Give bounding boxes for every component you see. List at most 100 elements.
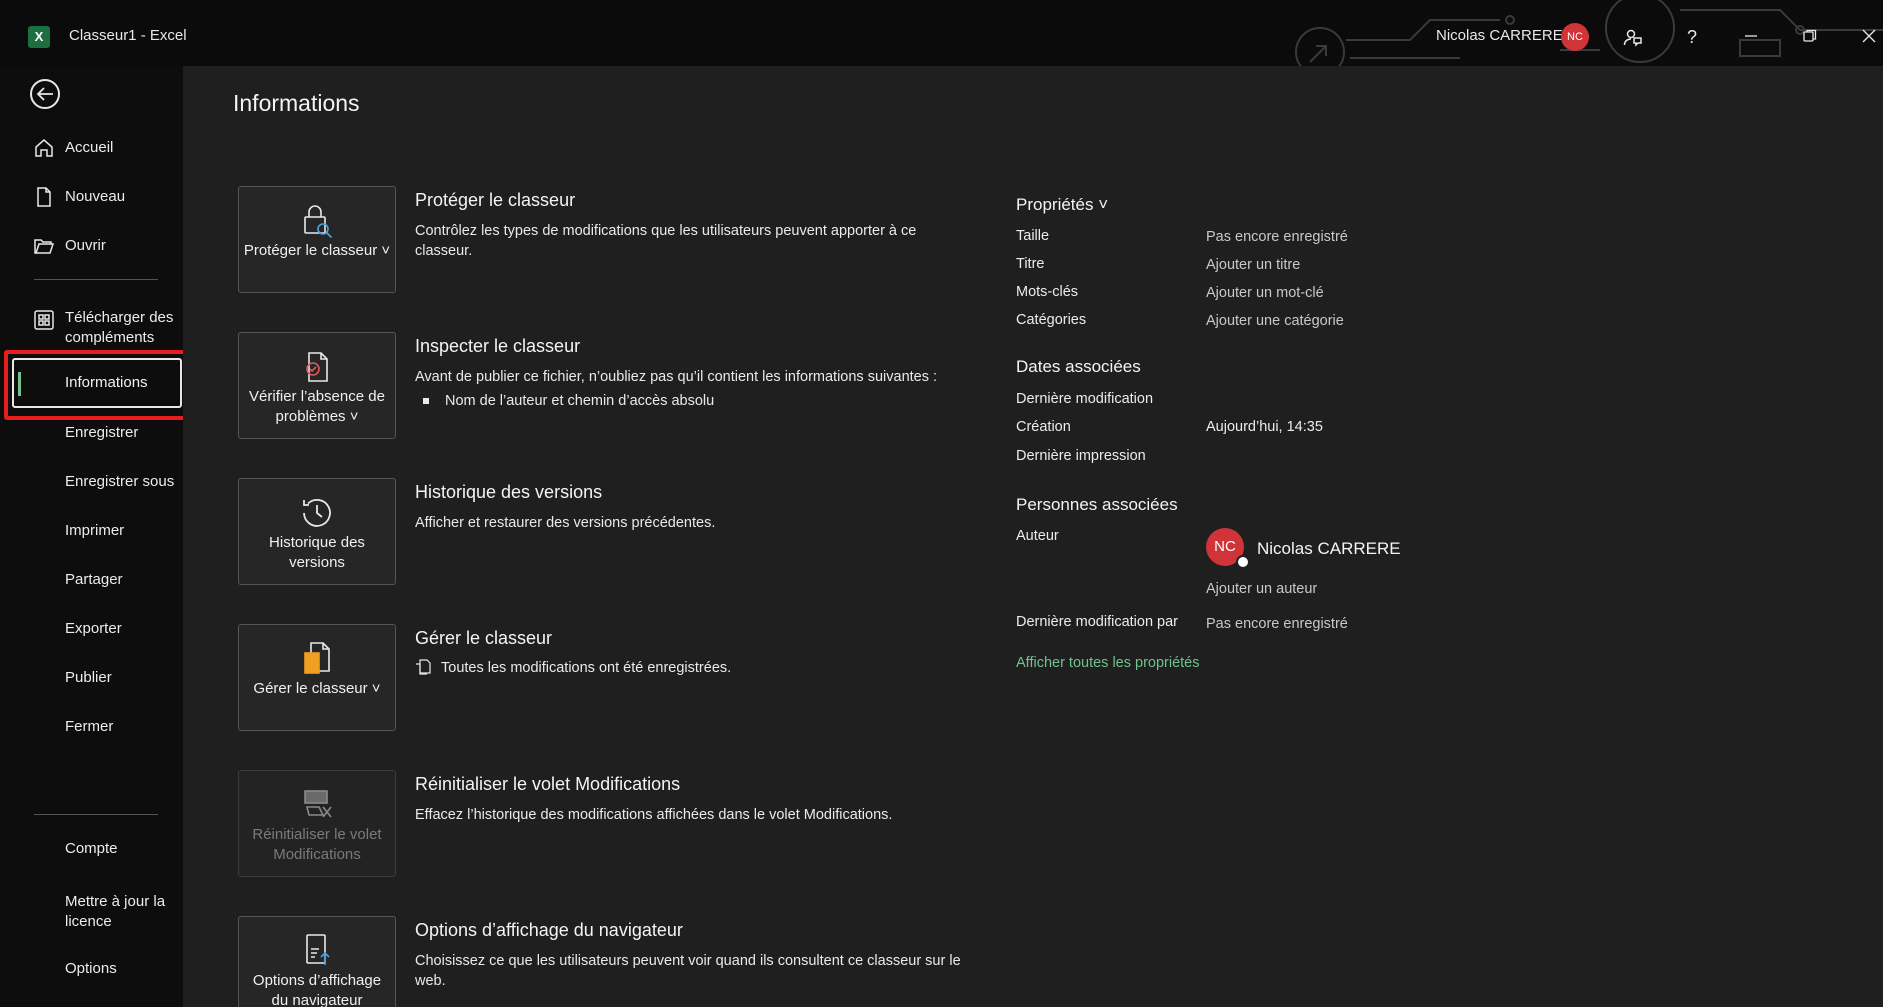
prop-value-categories[interactable]: Ajouter une catégorie <box>1206 313 1344 329</box>
lock-search-icon <box>304 205 333 239</box>
section-protect: Protéger le classeur Contrôlez les types… <box>415 190 975 261</box>
prop-value-mots-cles[interactable]: Ajouter un mot-clé <box>1206 285 1324 301</box>
last-modified-by-label: Dernière modification par <box>1016 614 1178 630</box>
prop-key-taille: Taille <box>1016 228 1050 244</box>
section-reset: Réinitialiser le volet Modifications Eff… <box>415 774 975 825</box>
sidebar-item-label: Publier <box>65 669 112 686</box>
feedback-button[interactable] <box>1613 20 1653 54</box>
sidebar-item-label: Fermer <box>65 718 114 735</box>
section-title: Réinitialiser le volet Modifications <box>415 774 681 794</box>
sidebar-item-complements[interactable]: Télécharger des compléments <box>0 302 183 354</box>
prop-key-categories: Catégories <box>1016 312 1087 328</box>
excel-logo-icon: X <box>28 26 50 48</box>
prop-value-titre[interactable]: Ajouter un titre <box>1206 257 1300 273</box>
sidebar-item-label: Compte <box>65 840 118 857</box>
author-label: Auteur <box>1016 528 1059 544</box>
sidebar-item-label: Exporter <box>65 620 122 637</box>
section-manage: Gérer le classeur Toutes les modificatio… <box>415 628 975 676</box>
presence-status-icon <box>1236 555 1250 569</box>
minimize-icon <box>1745 35 1757 37</box>
sidebar-divider <box>34 279 158 280</box>
sidebar-item-options[interactable]: Options <box>0 948 183 988</box>
section-browser-options: Options d’affichage du navigateur Choisi… <box>415 920 975 991</box>
sidebar-item-label: Ouvrir <box>65 237 106 254</box>
section-history: Historique des versions Afficher et rest… <box>415 482 975 533</box>
dates-header: Dates associées <box>1016 357 1141 376</box>
minimize-button[interactable] <box>1731 20 1771 54</box>
info-panel: Informations Protéger le classeur ˅ Prot… <box>183 66 1883 1007</box>
title-bar: X Classeur1 - Excel Nicolas CARRERE NC ? <box>0 0 1883 66</box>
close-button[interactable] <box>1849 20 1883 54</box>
sidebar-divider <box>34 814 158 815</box>
account-avatar[interactable]: NC <box>1561 23 1589 51</box>
add-author-link[interactable]: Ajouter un auteur <box>1206 581 1317 597</box>
browser-view-options-button[interactable]: Options d’affichage du navigateur <box>238 916 396 1007</box>
action-label: Options d’affichage du navigateur <box>252 972 382 1007</box>
sidebar-item-fermer[interactable]: Fermer <box>0 706 183 746</box>
sidebar-item-label: Mettre à jour la licence <box>65 893 166 930</box>
new-document-icon <box>37 187 51 207</box>
window-title: Classeur1 - Excel <box>69 27 187 44</box>
open-folder-icon <box>34 239 54 254</box>
list-item: Nom de l’auteur et chemin d’accès absolu <box>415 393 975 409</box>
people-header: Personnes associées <box>1016 495 1178 514</box>
prop-key-mots-cles: Mots-clés <box>1016 284 1079 300</box>
action-label: Réinitialiser le volet Modifications <box>252 826 382 863</box>
check-issues-button[interactable]: Vérifier l’absence de problèmes ˅ <box>238 332 396 439</box>
sidebar-item-label: Enregistrer sous <box>65 473 175 490</box>
sidebar-item-nouveau[interactable]: Nouveau <box>0 176 183 216</box>
reset-changes-pane-button[interactable]: Réinitialiser le volet Modifications <box>238 770 396 877</box>
close-icon <box>1862 29 1876 43</box>
date-key-modified: Dernière modification <box>1016 391 1154 407</box>
version-history-button[interactable]: Historique des versions <box>238 478 396 585</box>
sidebar-item-imprimer[interactable]: Imprimer <box>0 510 183 550</box>
date-key-created: Création <box>1016 419 1071 435</box>
last-modified-by-value: Pas encore enregistré <box>1206 616 1348 632</box>
sidebar-item-label: Options <box>65 960 117 977</box>
back-arrow-icon <box>36 87 53 101</box>
feedback-icon <box>1623 29 1642 47</box>
account-name[interactable]: Nicolas CARRERE <box>1436 27 1563 44</box>
date-value-created: Aujourd’hui, 14:35 <box>1206 419 1323 435</box>
section-description: Avant de publier ce fichier, n’oubliez p… <box>415 369 938 385</box>
sidebar-item-compte[interactable]: Compte <box>0 828 183 868</box>
restore-button[interactable] <box>1790 20 1830 54</box>
section-description: Choisissez ce que les utilisateurs peuve… <box>415 953 961 989</box>
sidebar-item-exporter[interactable]: Exporter <box>0 608 183 648</box>
sidebar-item-label: Nouveau <box>65 188 126 205</box>
manage-workbook-button[interactable]: Gérer le classeur ˅ <box>238 624 396 731</box>
sidebar-item-ouvrir[interactable]: Ouvrir <box>0 225 183 265</box>
sidebar-item-publier[interactable]: Publier <box>0 657 183 697</box>
backstage-sidebar: Accueil Nouveau Ouvrir Télécharger des c… <box>0 66 183 1007</box>
date-key-printed: Dernière impression <box>1016 448 1146 464</box>
properties-header[interactable]: Propriétés ˅ <box>1016 195 1108 215</box>
action-label: Protéger le classeur ˅ <box>243 242 391 259</box>
sidebar-item-partager[interactable]: Partager <box>0 559 183 599</box>
sidebar-item-enregistrer-sous[interactable]: Enregistrer sous <box>0 461 183 501</box>
status-text: Toutes les modifications ont été enregis… <box>441 660 732 676</box>
protect-workbook-button[interactable]: Protéger le classeur ˅ <box>238 186 396 293</box>
section-description: Afficher et restaurer des versions précé… <box>415 515 716 531</box>
back-button[interactable] <box>30 79 60 109</box>
reset-pane-icon <box>304 790 332 818</box>
home-icon <box>35 139 53 157</box>
prop-value-taille: Pas encore enregistré <box>1206 229 1348 245</box>
manage-document-icon <box>304 642 330 674</box>
show-all-properties-link[interactable]: Afficher toutes les propriétés <box>1016 655 1200 671</box>
bullet-text: Nom de l’auteur et chemin d’accès absolu <box>445 393 715 409</box>
author-name[interactable]: Nicolas CARRERE <box>1257 539 1401 559</box>
help-icon: ? <box>1686 27 1697 47</box>
prop-key-titre: Titre <box>1016 256 1045 272</box>
section-title: Options d’affichage du navigateur <box>415 920 683 940</box>
highlight-annotation <box>4 350 195 420</box>
sidebar-item-accueil[interactable]: Accueil <box>0 127 183 167</box>
section-title: Gérer le classeur <box>415 628 553 648</box>
bullet-icon <box>423 398 429 405</box>
help-button[interactable]: ? <box>1672 20 1712 54</box>
section-inspect: Inspecter le classeur Avant de publier c… <box>415 336 975 409</box>
section-description: Effacez l’historique des modifications a… <box>415 807 893 823</box>
sidebar-item-licence[interactable]: Mettre à jour la licence <box>0 886 183 938</box>
sidebar-item-label: Télécharger des compléments <box>65 309 174 346</box>
section-title: Inspecter le classeur <box>415 336 581 356</box>
status-line: Toutes les modifications ont été enregis… <box>415 659 975 676</box>
